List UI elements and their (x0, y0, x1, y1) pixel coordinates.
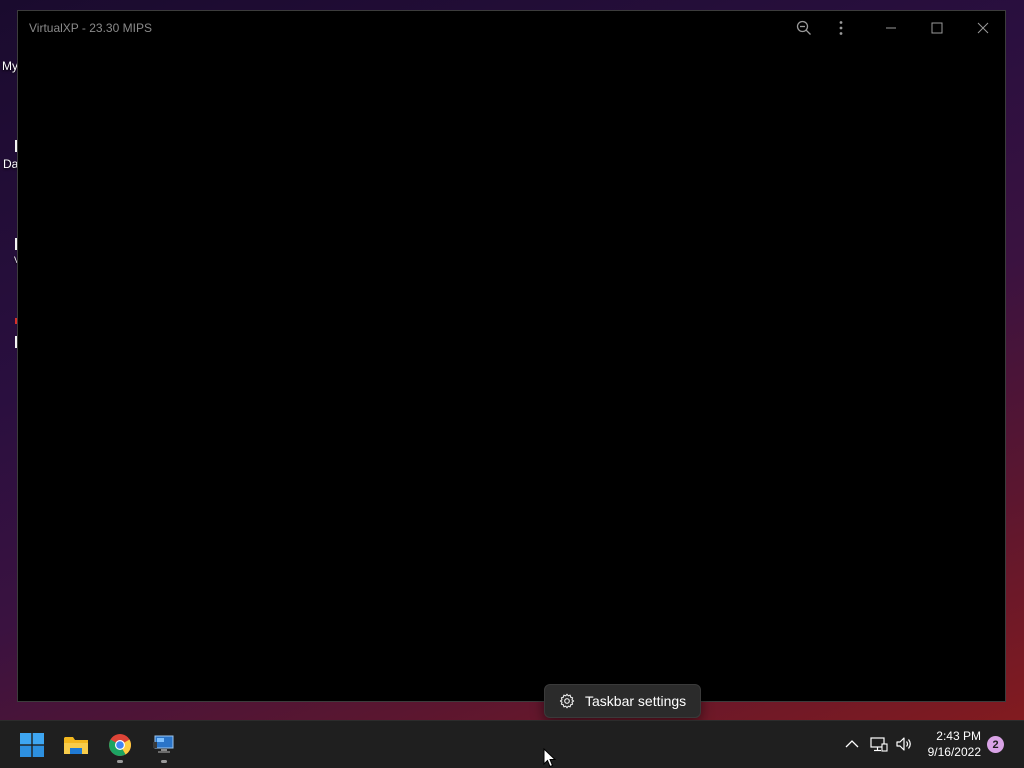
volume-icon (896, 737, 911, 751)
close-button[interactable] (965, 15, 1001, 41)
maximize-icon (931, 22, 943, 34)
virtualxp-window[interactable]: VirtualXP - 23.30 MIPS (17, 10, 1006, 702)
maximize-button[interactable] (919, 15, 955, 41)
taskbar-virtualxp[interactable] (144, 725, 184, 765)
volume-button[interactable] (893, 733, 915, 755)
network-icon (870, 737, 888, 752)
chevron-up-icon (845, 740, 859, 748)
minimize-icon (886, 27, 896, 29)
folder-icon (64, 737, 88, 754)
show-hidden-icons-button[interactable] (841, 733, 863, 755)
minimize-button[interactable] (873, 15, 909, 41)
taskbar-settings-menu-item[interactable]: Taskbar settings (544, 684, 701, 718)
start-button[interactable] (12, 725, 52, 765)
taskbar-chrome[interactable] (100, 725, 140, 765)
running-indicator (161, 760, 167, 763)
notification-badge[interactable]: 2 (987, 736, 1004, 753)
taskbar-file-explorer[interactable] (56, 725, 96, 765)
close-icon (977, 22, 989, 34)
monitor-icon (153, 735, 174, 753)
title-bar[interactable]: VirtualXP - 23.30 MIPS (18, 11, 1005, 45)
window-title: VirtualXP - 23.30 MIPS (29, 21, 152, 35)
desktop-icon-label-my[interactable]: My (2, 59, 18, 73)
taskbar: 2:43 PM 9/16/2022 (0, 720, 1024, 768)
more-options-button[interactable] (823, 15, 859, 41)
running-indicator (117, 760, 123, 763)
network-button[interactable] (868, 733, 890, 755)
clock-time: 2:43 PM (936, 729, 981, 743)
zoom-out-icon (796, 20, 811, 35)
mouse-cursor-icon (543, 748, 557, 768)
zoom-out-button[interactable] (786, 15, 822, 41)
taskbar-settings-label: Taskbar settings (585, 693, 687, 709)
windows-logo-icon (20, 733, 44, 757)
gear-icon (559, 693, 575, 709)
chrome-icon (109, 734, 131, 756)
clock-date: 9/16/2022 (927, 745, 981, 759)
taskbar-clock[interactable]: 2:43 PM 9/16/2022 (928, 728, 981, 760)
more-vert-icon (839, 21, 843, 35)
